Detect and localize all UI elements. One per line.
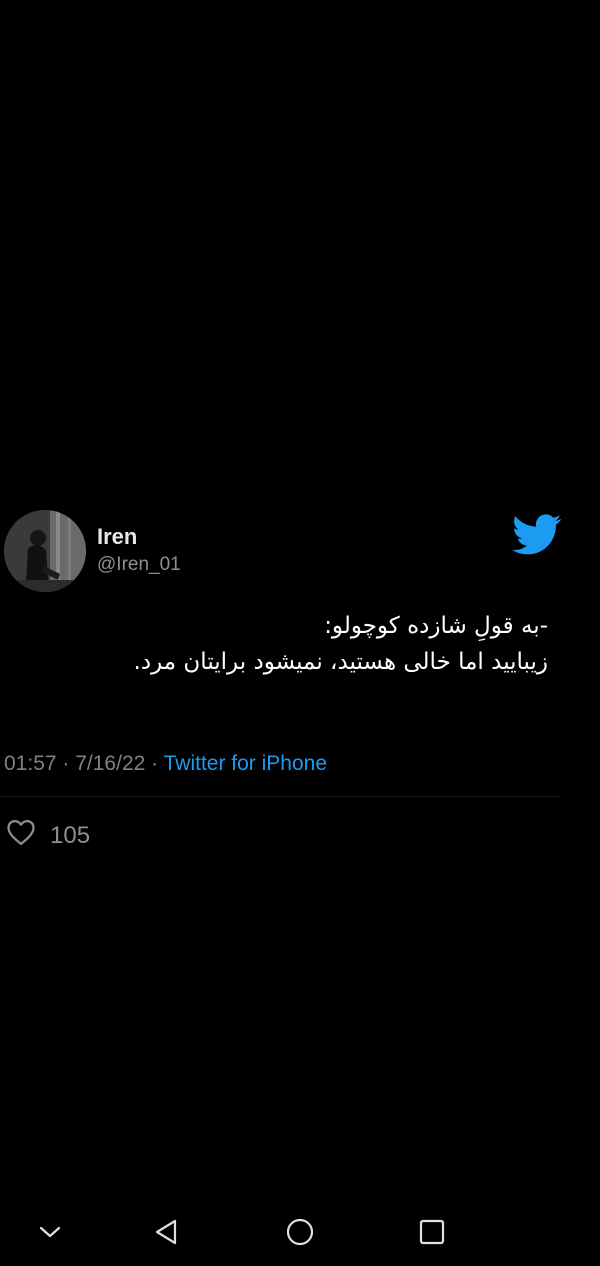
user-handle[interactable]: @Iren_01 xyxy=(97,554,181,576)
meta-separator: · xyxy=(151,752,164,775)
tweet-text: -به قولِ شازده کوچولو: زیبایید اما خالی … xyxy=(28,608,548,680)
like-button[interactable]: 105 xyxy=(6,818,90,853)
tweet-meta: 01:57 · 7/16/22 · Twitter for iPhone xyxy=(4,752,327,776)
home-circle-icon[interactable] xyxy=(282,1214,318,1250)
like-count: 105 xyxy=(50,821,91,849)
back-triangle-icon[interactable] xyxy=(148,1214,184,1250)
tweet-time[interactable]: 01:57 xyxy=(4,752,57,775)
tweet-source[interactable]: Twitter for iPhone xyxy=(164,752,327,775)
twitter-bird-icon xyxy=(512,514,562,556)
recents-square-icon[interactable] xyxy=(414,1214,450,1250)
meta-separator: · xyxy=(62,752,76,775)
tweet-text-line: -به قولِ شازده کوچولو: xyxy=(324,613,548,639)
chevron-down-icon[interactable] xyxy=(32,1214,68,1250)
tweet-date[interactable]: 7/16/22 xyxy=(75,752,145,775)
tweet-text-line: زیبایید اما خالی هستید، نمیشود برایتان م… xyxy=(133,649,548,675)
divider xyxy=(0,796,560,797)
display-name[interactable]: Iren xyxy=(97,524,137,550)
heart-outline-icon xyxy=(6,818,36,853)
avatar[interactable] xyxy=(4,510,86,592)
system-nav-bar xyxy=(0,1200,600,1266)
